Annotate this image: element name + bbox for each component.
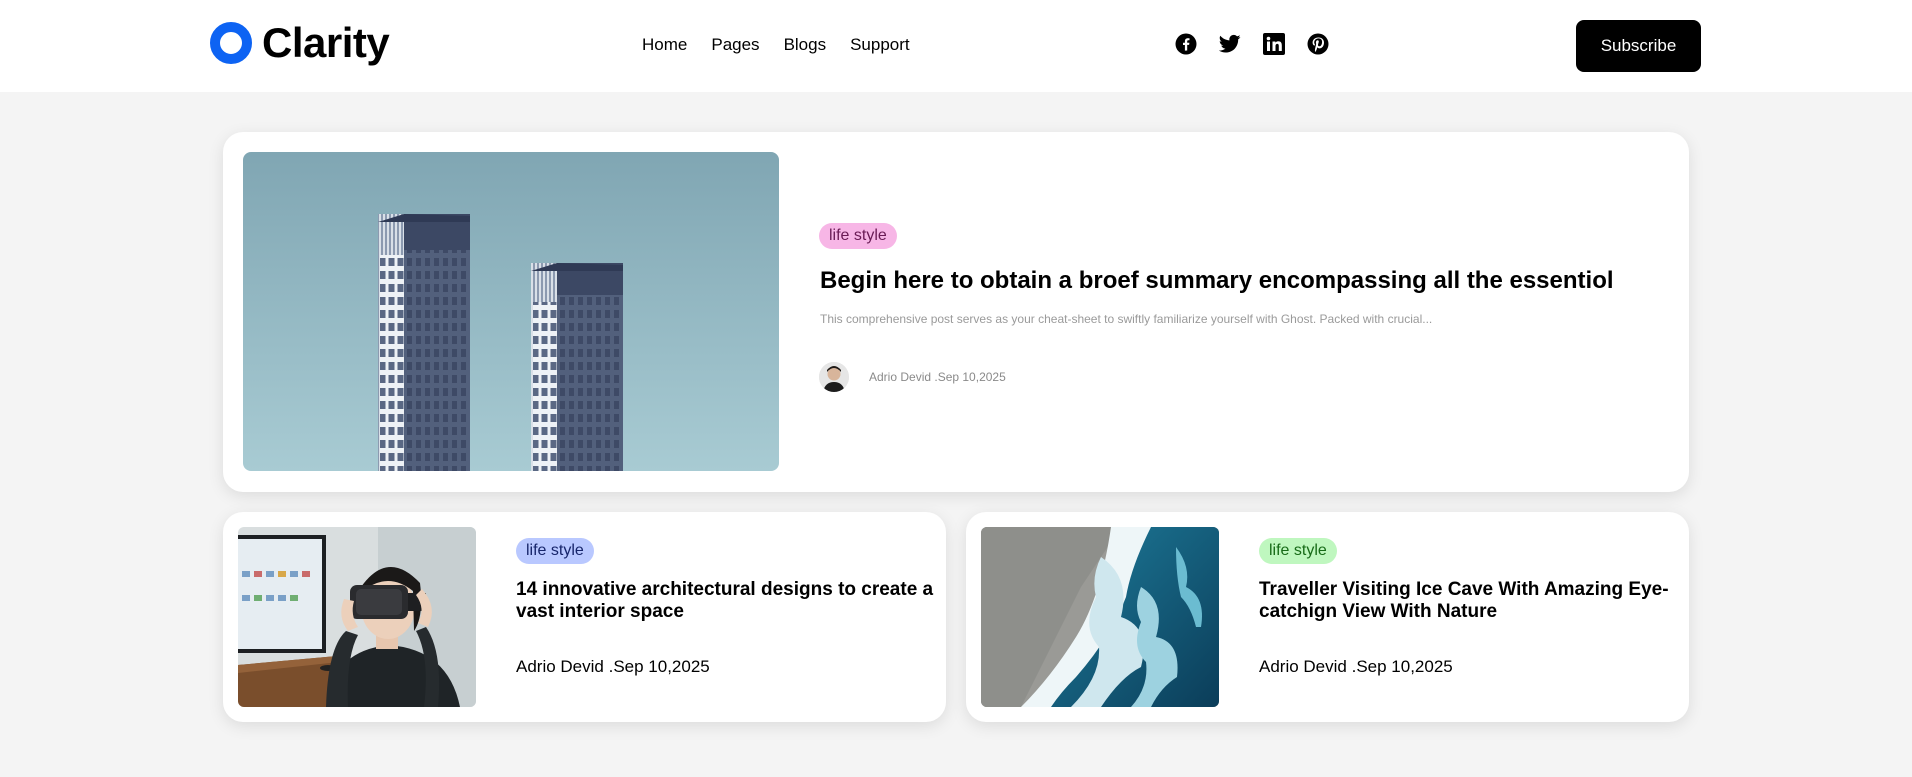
category-tag[interactable]: life style [516,538,594,564]
post-card-image[interactable] [981,527,1219,707]
post-card-meta: Adrio Devid .Sep 10,2025 [516,657,710,676]
featured-post-meta: Adrio Devid .Sep 10,2025 [869,370,1006,384]
logo-icon [210,22,252,64]
nav-link-pages[interactable]: Pages [711,35,759,55]
author-avatar [819,362,849,392]
nav-link-home[interactable]: Home [642,35,687,55]
linkedin-icon[interactable] [1262,32,1286,56]
subscribe-button[interactable]: Subscribe [1576,20,1701,72]
post-card-image[interactable] [238,527,476,707]
featured-post-image[interactable] [243,152,779,471]
pinterest-icon[interactable] [1306,32,1330,56]
post-card[interactable]: life style 14 innovative architectural d… [223,512,946,722]
twitter-icon[interactable] [1218,32,1242,56]
post-card[interactable]: life style Traveller Visiting Ice Cave W… [966,512,1689,722]
category-tag[interactable]: life style [819,223,897,249]
category-tag[interactable]: life style [1259,538,1337,564]
post-card-title[interactable]: 14 innovative architectural designs to c… [516,579,936,623]
site-header: Clarity Home Pages Blogs Support Subscri… [0,0,1912,92]
featured-post-excerpt: This comprehensive post serves as your c… [820,312,1433,326]
nav-link-support[interactable]: Support [850,35,910,55]
logo-text: Clarity [262,19,390,66]
main-nav: Home Pages Blogs Support [642,35,934,55]
logo[interactable]: Clarity [210,19,390,66]
featured-post-card[interactable]: life style Begin here to obtain a broef … [223,132,1689,492]
post-card-meta: Adrio Devid .Sep 10,2025 [1259,657,1453,676]
social-links [1174,32,1350,56]
featured-post-title[interactable]: Begin here to obtain a broef summary enc… [820,266,1660,296]
nav-link-blogs[interactable]: Blogs [784,35,827,55]
facebook-icon[interactable] [1174,32,1198,56]
post-card-title[interactable]: Traveller Visiting Ice Cave With Amazing… [1259,579,1679,623]
